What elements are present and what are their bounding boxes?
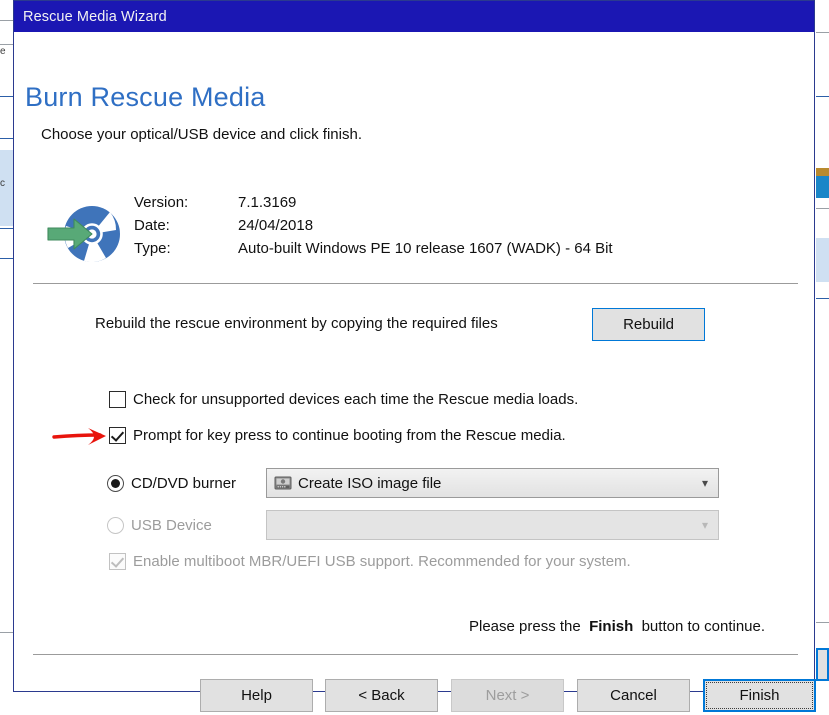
background-line — [0, 96, 13, 97]
table-row: Type: Auto-built Windows PE 10 release 1… — [134, 240, 613, 263]
background-line — [816, 96, 829, 97]
background-line — [0, 138, 13, 139]
enable-multiboot-label: Enable multiboot MBR/UEFI USB support. R… — [133, 553, 631, 570]
media-info-table: Version: 7.1.3169 Date: 24/04/2018 Type:… — [134, 194, 613, 263]
cddvd-burner-row[interactable]: CD/DVD burner Create ISO image file ▾ — [107, 468, 719, 498]
dialog-button-bar: Help < Back Next > Cancel Finish — [14, 679, 816, 715]
background-line — [816, 622, 829, 623]
enable-multiboot-row: Enable multiboot MBR/UEFI USB support. R… — [109, 553, 631, 570]
next-button: Next > — [451, 679, 564, 712]
background-line — [816, 32, 829, 33]
background-line — [816, 208, 829, 209]
red-arrow-annotation-icon — [52, 428, 106, 445]
check-unsupported-devices-label: Check for unsupported devices each time … — [133, 391, 579, 408]
rebuild-button[interactable]: Rebuild — [592, 308, 705, 341]
finish-hint-text: Please press the Finish button to contin… — [469, 618, 765, 635]
background-button-fragment — [816, 648, 829, 681]
background-line — [0, 228, 13, 229]
background-line — [0, 632, 13, 633]
window-title-bar: Rescue Media Wizard — [14, 1, 814, 32]
usb-device-radio — [107, 516, 124, 534]
background-right-strip — [816, 0, 829, 704]
rebuild-description: Rebuild the rescue environment by copyin… — [95, 315, 498, 332]
table-row: Date: 24/04/2018 — [134, 217, 613, 240]
background-text-fragment: e — [0, 46, 6, 57]
finish-button[interactable]: Finish — [703, 679, 816, 712]
back-button[interactable]: < Back — [325, 679, 438, 712]
background-chip — [816, 168, 829, 176]
prompt-key-press-row[interactable]: Prompt for key press to continue booting… — [109, 427, 566, 444]
background-text-fragment: c — [0, 178, 5, 189]
cddvd-burner-radio[interactable] — [107, 474, 124, 492]
window-body: Burn Rescue Media Choose your optical/US… — [14, 32, 816, 712]
cddvd-burner-label: CD/DVD burner — [131, 474, 237, 492]
cddvd-burner-combobox[interactable]: Create ISO image file ▾ — [266, 468, 719, 498]
background-panel — [816, 238, 829, 282]
window-title: Rescue Media Wizard — [23, 8, 167, 25]
rebuild-section: Rebuild the rescue environment by copyin… — [14, 308, 814, 344]
separator-bottom — [33, 654, 798, 655]
chevron-down-icon: ▾ — [701, 518, 709, 532]
info-value-date: 24/04/2018 — [238, 217, 314, 234]
table-row: Version: 7.1.3169 — [134, 194, 613, 217]
media-info-section: Version: 7.1.3169 Date: 24/04/2018 Type:… — [14, 184, 814, 280]
background-line — [0, 44, 13, 45]
prompt-key-press-label: Prompt for key press to continue booting… — [133, 427, 566, 444]
cddvd-burner-selected-value: Create ISO image file — [298, 474, 442, 492]
help-button[interactable]: Help — [200, 679, 313, 712]
usb-device-combobox: ▾ — [266, 510, 719, 540]
page-subtitle: Choose your optical/USB device and click… — [41, 126, 362, 143]
background-line — [816, 298, 829, 299]
usb-device-label: USB Device — [131, 516, 212, 534]
prompt-key-press-checkbox[interactable] — [109, 427, 126, 444]
info-label-version: Version: — [134, 194, 189, 211]
usb-device-row: USB Device ▾ — [107, 510, 719, 540]
cancel-button[interactable]: Cancel — [577, 679, 690, 712]
info-label-type: Type: — [134, 240, 171, 257]
background-line — [0, 20, 13, 21]
info-value-type: Auto-built Windows PE 10 release 1607 (W… — [238, 240, 613, 257]
check-unsupported-devices-checkbox[interactable] — [109, 391, 126, 408]
background-chip — [816, 176, 829, 198]
chevron-down-icon[interactable]: ▾ — [692, 476, 718, 490]
optical-drive-icon — [274, 476, 292, 490]
page-title: Burn Rescue Media — [25, 82, 266, 112]
background-line — [0, 258, 13, 259]
rescue-disc-icon — [47, 206, 120, 263]
enable-multiboot-checkbox — [109, 553, 126, 570]
separator-top — [33, 283, 798, 284]
rescue-media-wizard-window: Rescue Media Wizard Burn Rescue Media Ch… — [13, 0, 816, 712]
finish-hint-emphasis: Finish — [589, 618, 634, 635]
finish-button-label: Finish — [739, 687, 780, 704]
info-value-version: 7.1.3169 — [238, 194, 297, 211]
finish-hint-prefix: Please press the — [469, 618, 581, 635]
info-label-date: Date: — [134, 217, 170, 234]
check-unsupported-devices-row[interactable]: Check for unsupported devices each time … — [109, 391, 578, 408]
finish-hint-suffix: button to continue. — [641, 618, 766, 635]
